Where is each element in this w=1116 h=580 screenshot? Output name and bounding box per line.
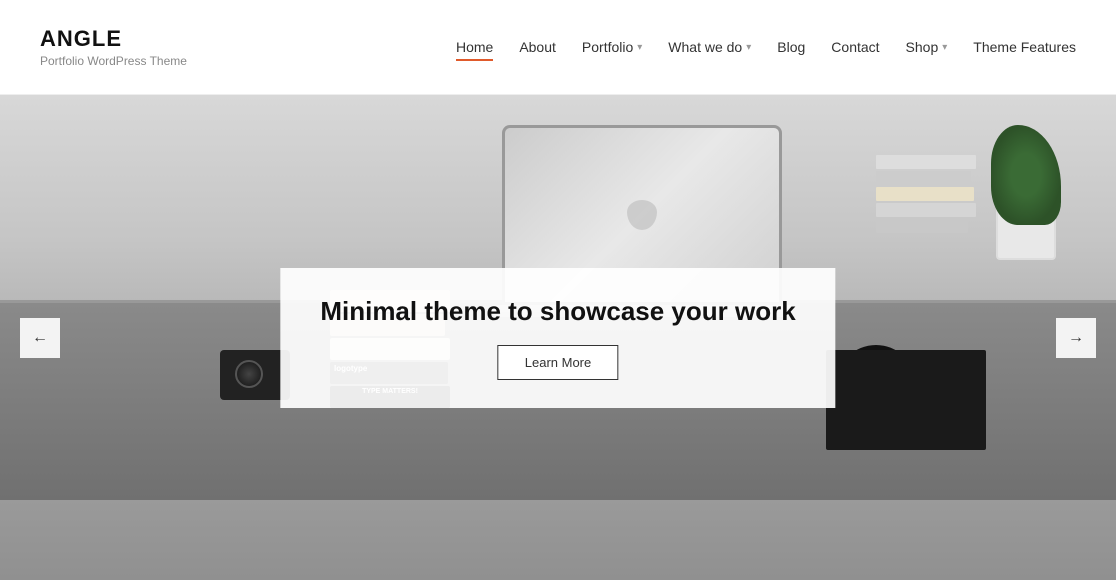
nav-label-about: About	[519, 39, 556, 55]
chevron-icon-what-we-do: ▾	[746, 42, 751, 53]
camera-lens	[235, 360, 263, 388]
chevron-icon-portfolio: ▾	[637, 42, 642, 53]
nav-item-shop[interactable]: Shop▾	[906, 39, 948, 55]
header: ANGLE Portfolio WordPress Theme Home Abou…	[0, 0, 1116, 95]
plant	[986, 125, 1066, 260]
hero-prev-arrow[interactable]: ←	[20, 318, 60, 358]
main-nav: Home About Portfolio ▾ What we do ▾ Blog Contac…	[456, 39, 1076, 55]
nav-label-home: Home	[456, 39, 493, 55]
nav-label-what-we-do: What we do	[668, 39, 742, 55]
nav-label-theme-features: Theme Features	[973, 39, 1076, 55]
nav-label-blog: Blog	[777, 39, 805, 55]
hero-section: logotype TYPE MATTERS! Minimal theme to …	[0, 95, 1116, 580]
logo-area: ANGLE Portfolio WordPress Theme	[40, 26, 187, 68]
apple-logo	[627, 200, 657, 230]
learn-more-button[interactable]: Learn More	[498, 345, 618, 380]
logo-title: ANGLE	[40, 26, 187, 52]
nav-label-contact: Contact	[831, 39, 879, 55]
plant-leaves	[991, 125, 1061, 225]
hero-title: Minimal theme to showcase your work	[320, 296, 795, 327]
magazines-stack	[876, 155, 976, 235]
logo-subtitle: Portfolio WordPress Theme	[40, 54, 187, 68]
nav-item-about[interactable]: About	[519, 39, 556, 55]
hero-next-arrow[interactable]: →	[1056, 318, 1096, 358]
hero-content-overlay: Minimal theme to showcase your work Lear…	[280, 268, 835, 408]
notebook	[826, 350, 986, 450]
chevron-icon-shop: ▾	[942, 42, 947, 53]
nav-item-blog[interactable]: Blog	[777, 39, 805, 55]
nav-item-theme-features[interactable]: Theme Features	[973, 39, 1076, 55]
nav-item-what-we-do[interactable]: What we do ▾	[668, 39, 751, 55]
nav-label-portfolio: Portfolio	[582, 39, 633, 55]
nav-item-contact[interactable]: Contact	[831, 39, 879, 55]
nav-item-portfolio[interactable]: Portfolio ▾	[582, 39, 642, 55]
nav-label-shop: Shop	[906, 39, 939, 55]
nav-item-home[interactable]: Home	[456, 39, 493, 55]
